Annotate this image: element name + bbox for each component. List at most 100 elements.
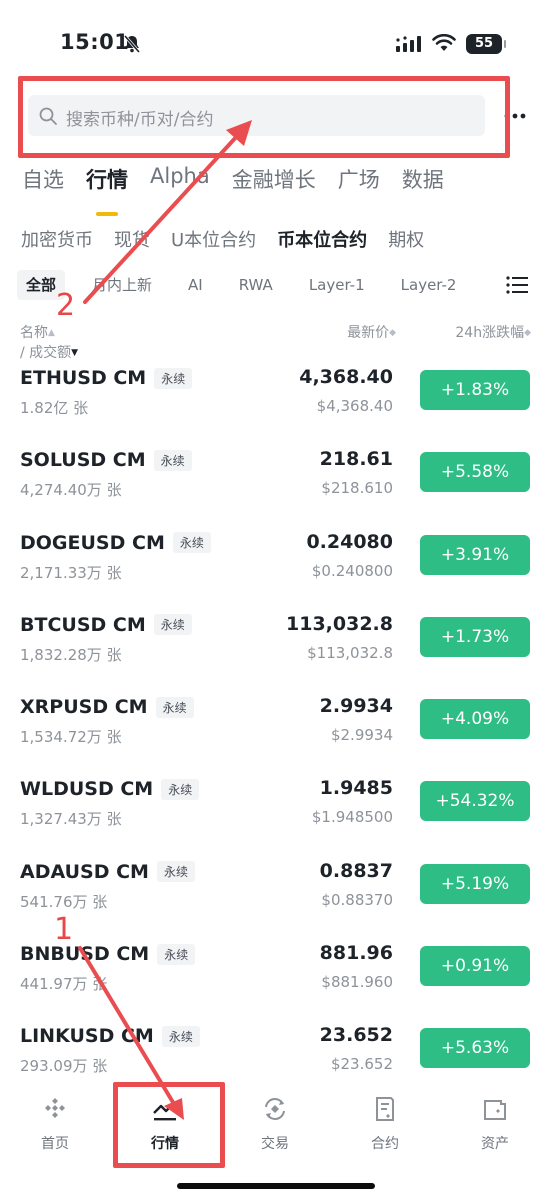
category-list-icon[interactable] — [506, 275, 528, 295]
tab-markets[interactable]: 行情 — [86, 164, 128, 216]
column-change: 24h涨跌幅 — [455, 325, 525, 341]
market-list: ETHUSD CM 永续 1.82亿 张 4,368.40 $4,368.40 +… — [0, 355, 551, 1096]
perpetual-tag: 永续 — [156, 861, 195, 883]
row-price: 113,032.8 — [286, 612, 393, 635]
subtab-crypto[interactable]: 加密货币 — [21, 226, 93, 252]
row-price: 1.9485 — [319, 777, 393, 800]
futures-icon — [376, 1097, 394, 1121]
row-change-badge[interactable]: +54.32% — [420, 781, 530, 822]
perpetual-tag: 永续 — [153, 614, 192, 636]
table-row[interactable]: ADAUSD CM 永续 541.76万 张 0.8837 $0.88370 +5… — [0, 849, 551, 931]
wifi-icon — [432, 34, 456, 51]
row-volume: 541.76万 张 — [20, 892, 108, 911]
row-symbol: SOLUSD CM — [20, 449, 146, 472]
row-change-badge[interactable]: +5.19% — [420, 863, 530, 904]
row-symbol: BTCUSD CM — [20, 613, 146, 636]
chip-layer2[interactable]: Layer-2 — [392, 270, 466, 300]
table-row[interactable]: BTCUSD CM 永续 1,832.28万 张 113,032.8 $113,0… — [0, 602, 551, 684]
row-fiat-price: $218.610 — [321, 479, 393, 498]
annotation-step-1: 1 — [54, 912, 74, 947]
subtab-usdm-futures[interactable]: U本位合约 — [171, 226, 256, 252]
perpetual-tag: 永续 — [157, 943, 196, 965]
perpetual-tag: 永续 — [161, 1025, 200, 1047]
table-row[interactable]: SOLUSD CM 永续 4,274.40万 张 218.61 $218.610 … — [0, 437, 551, 519]
nav-home[interactable]: 首页 — [15, 1095, 95, 1153]
row-fiat-price: $23.652 — [330, 1055, 393, 1074]
row-symbol: LINKUSD CM — [20, 1025, 154, 1048]
row-fiat-price: $1.948500 — [311, 808, 393, 827]
chip-layer1[interactable]: Layer-1 — [300, 270, 374, 300]
table-row[interactable]: BNBUSD CM 永续 441.97万 张 881.96 $881.960 +0… — [0, 931, 551, 1013]
home-indicator — [177, 1183, 375, 1189]
sub-tabs: 加密货币 现货 U本位合约 币本位合约 期权 — [21, 226, 445, 252]
sort-price[interactable]: 最新价◆ — [347, 322, 396, 342]
row-volume: 2,171.33万 张 — [20, 563, 122, 582]
row-price: 23.652 — [319, 1024, 393, 1047]
row-change-badge[interactable]: +4.09% — [420, 699, 530, 740]
signal-icon — [396, 36, 421, 52]
chip-rwa[interactable]: RWA — [230, 270, 282, 300]
row-symbol: WLDUSD CM — [20, 778, 154, 801]
perpetual-tag: 永续 — [153, 449, 192, 471]
perpetual-tag: 永续 — [161, 778, 200, 800]
subtab-options[interactable]: 期权 — [388, 226, 424, 252]
row-price: 2.9934 — [319, 695, 393, 718]
row-fiat-price: $4,368.40 — [316, 397, 393, 415]
row-volume: 1,534.72万 张 — [20, 728, 122, 747]
row-fiat-price: $0.88370 — [321, 890, 393, 909]
subtab-coinm-futures[interactable]: 币本位合约 — [277, 226, 367, 252]
tab-watchlist[interactable]: 自选 — [22, 164, 64, 204]
sort-icon: ◆ — [524, 328, 531, 338]
main-tabs: 自选 行情 Alpha 金融增长 广场 数据 — [22, 164, 466, 216]
row-change-badge[interactable]: +1.73% — [420, 616, 530, 657]
column-headers: 名称▲ / 成交额▼ 最新价◆ 24h涨跌幅◆ — [0, 322, 551, 361]
tab-alpha[interactable]: Alpha — [150, 164, 210, 204]
row-price: 881.96 — [319, 942, 393, 965]
battery-indicator: 55 — [466, 34, 506, 54]
perpetual-tag: 永续 — [155, 696, 194, 718]
row-fiat-price: $113,032.8 — [307, 643, 393, 662]
row-volume: 293.09万 张 — [20, 1057, 108, 1076]
row-change-badge[interactable]: +3.91% — [420, 534, 530, 575]
row-price: 0.24080 — [306, 530, 393, 553]
row-volume: 4,274.40万 张 — [20, 481, 122, 500]
sort-change[interactable]: 24h涨跌幅◆ — [455, 322, 531, 342]
sort-icon: ◆ — [389, 328, 396, 338]
wallet-icon — [484, 1100, 506, 1120]
nav-trade-label: 交易 — [261, 1136, 289, 1152]
nav-assets[interactable]: 资产 — [455, 1095, 535, 1153]
nav-trade[interactable]: 交易 — [235, 1095, 315, 1153]
status-bar: 15:01 55 — [0, 0, 551, 78]
row-change-badge[interactable]: +1.83% — [420, 370, 530, 410]
perpetual-tag: 永续 — [154, 367, 193, 389]
table-row[interactable]: LINKUSD CM 永续 293.09万 张 23.652 $23.652 +5… — [0, 1013, 551, 1095]
nav-futures[interactable]: 合约 — [345, 1095, 425, 1153]
nav-assets-label: 资产 — [481, 1136, 509, 1152]
row-fiat-price: $2.9934 — [330, 726, 393, 745]
row-change-badge[interactable]: +0.91% — [420, 946, 530, 987]
column-name: 名称 — [20, 325, 48, 341]
table-row[interactable]: ETHUSD CM 永续 1.82亿 张 4,368.40 $4,368.40 +… — [0, 355, 551, 437]
chip-new-listings[interactable]: 月内上新 — [83, 270, 161, 300]
row-change-badge[interactable]: +5.63% — [420, 1028, 530, 1069]
table-row[interactable]: WLDUSD CM 永续 1,327.43万 张 1.9485 $1.948500… — [0, 766, 551, 848]
tab-growth[interactable]: 金融增长 — [232, 164, 316, 204]
row-volume: 1.82亿 张 — [20, 399, 89, 417]
row-volume: 1,832.28万 张 — [20, 645, 122, 664]
table-row[interactable]: DOGEUSD CM 永续 2,171.33万 张 0.24080 $0.2408… — [0, 520, 551, 602]
sort-icon: ▲ — [48, 328, 55, 338]
chip-ai[interactable]: AI — [179, 270, 212, 300]
table-row[interactable]: XRPUSD CM 永续 1,534.72万 张 2.9934 $2.9934 +… — [0, 684, 551, 766]
column-price: 最新价 — [347, 325, 390, 341]
annotation-step-2: 2 — [56, 288, 76, 323]
row-price: 0.8837 — [319, 859, 393, 882]
row-price: 218.61 — [319, 448, 393, 471]
row-volume: 1,327.43万 张 — [20, 810, 122, 829]
tab-data[interactable]: 数据 — [402, 164, 444, 204]
nav-futures-label: 合约 — [371, 1136, 399, 1152]
subtab-spot[interactable]: 现货 — [114, 226, 150, 252]
nav-home-label: 首页 — [41, 1136, 69, 1152]
row-price: 4,368.40 — [299, 366, 393, 388]
row-change-badge[interactable]: +5.58% — [420, 452, 530, 493]
tab-square[interactable]: 广场 — [338, 164, 380, 204]
